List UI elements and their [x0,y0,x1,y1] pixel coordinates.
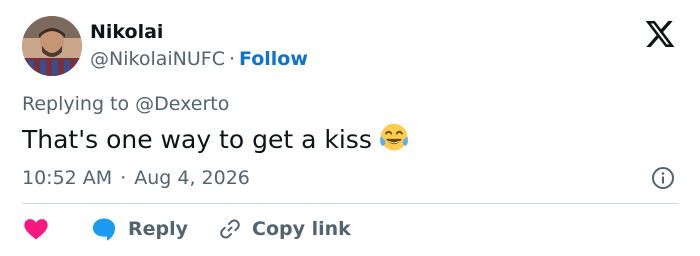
author-handle-row: @NikolaiNUFC · Follow [90,47,308,71]
avatar-photo [22,16,82,76]
replying-to-text[interactable]: Replying to @Dexerto [22,92,229,116]
action-bar: Reply Copy link [22,214,351,244]
timestamp-separator: · [120,167,127,189]
tweet-embed-card: Nikolai @NikolaiNUFC · Follow Replying to … [0,0,700,256]
follow-button[interactable]: Follow [239,48,308,70]
x-logo-icon[interactable] [644,18,676,50]
copy-link-button[interactable]: Copy link [218,217,351,241]
link-icon [220,219,240,239]
tweet-time: 10:52 AM [22,167,113,189]
face-with-tears-of-joy-icon [379,123,408,151]
handle-separator: · [228,48,236,70]
tweet-date: Aug 4, 2026 [134,167,250,189]
reply-label: Reply [128,218,189,240]
tweet-timestamp[interactable]: 10:52 AM · Aug 4, 2026 [22,165,250,191]
tweet-text: That's one way to get a kiss [22,125,372,154]
reply-button[interactable]: Reply [90,215,188,243]
info-icon[interactable] [651,166,675,190]
tweet-body: That's one way to get a kiss [22,122,410,157]
heart-icon[interactable] [22,215,50,243]
copy-link-label: Copy link [252,218,351,240]
avatar[interactable] [22,16,82,76]
author-name[interactable]: Nikolai [90,20,163,44]
speech-bubble-icon [92,218,116,241]
divider [22,203,678,204]
author-handle[interactable]: @NikolaiNUFC [90,48,225,70]
